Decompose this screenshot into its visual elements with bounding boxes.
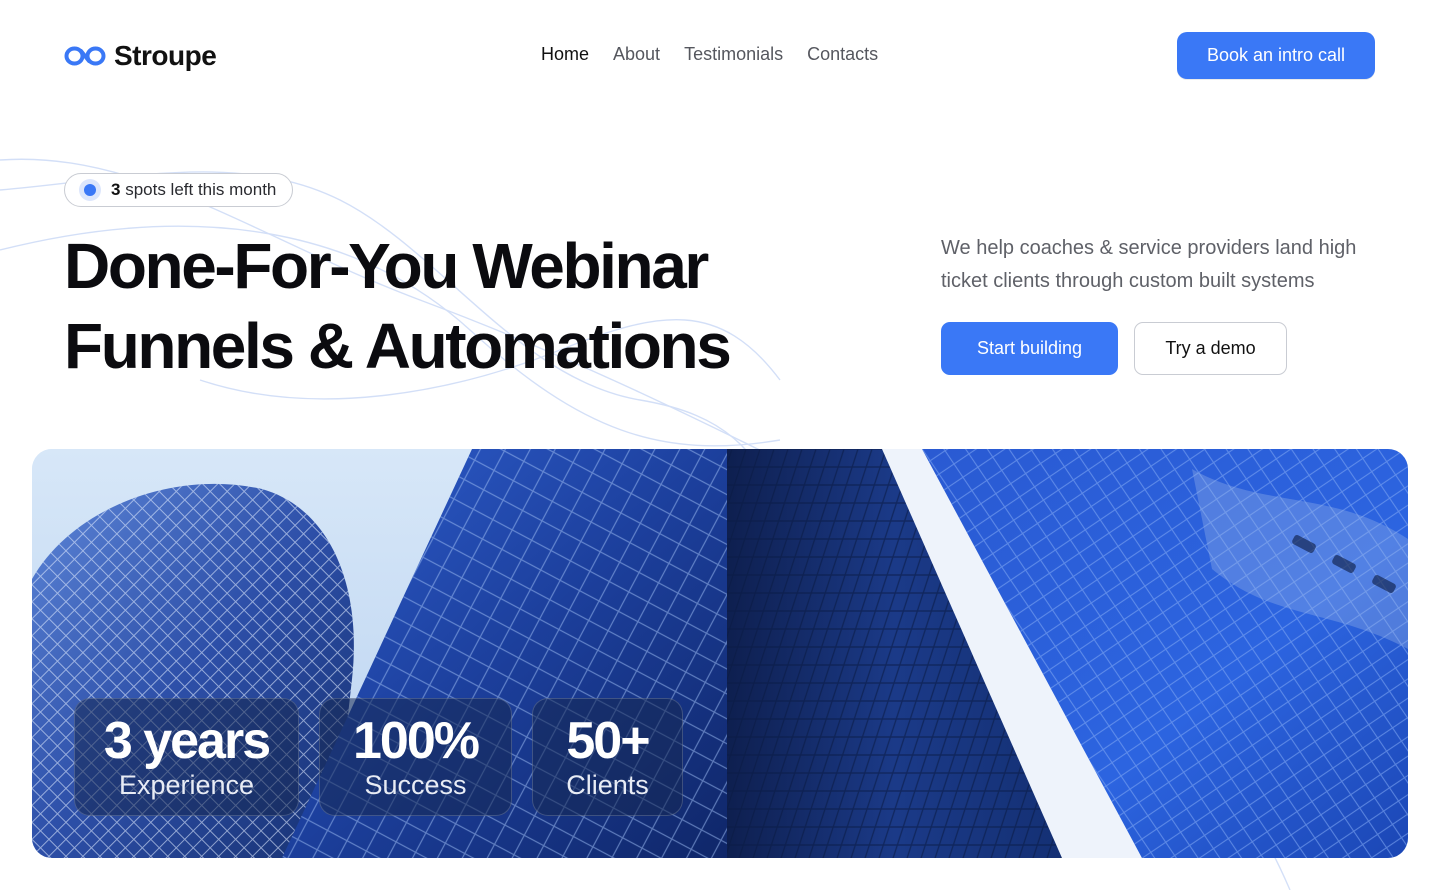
try-demo-button[interactable]: Try a demo: [1134, 322, 1287, 375]
availability-badge: 3 spots left this month: [64, 173, 294, 207]
stat-label: Success: [364, 770, 467, 800]
stat-value: 100%: [353, 712, 480, 770]
stat-value: 3 years: [103, 712, 271, 770]
stat-value: 50+: [566, 712, 650, 770]
nav-link-home[interactable]: Home: [541, 44, 589, 65]
stat-label: Experience: [118, 770, 255, 800]
hero-headline: Done-For-You Webinar Funnels & Automatio…: [64, 226, 764, 386]
availability-text: 3 spots left this month: [111, 180, 276, 200]
stat-card-success: 100% Success: [319, 698, 512, 816]
main-nav: Home About Testimonials Contacts: [541, 44, 878, 65]
nav-link-testimonials[interactable]: Testimonials: [684, 44, 783, 65]
stat-card-clients: 50+ Clients: [532, 698, 683, 816]
stat-label: Clients: [566, 770, 649, 800]
nav-link-about[interactable]: About: [613, 44, 660, 65]
stat-card-experience: 3 years Experience: [74, 698, 299, 816]
brand-logo[interactable]: Stroupe: [64, 40, 217, 72]
headline-line-1: Done-For-You Webinar: [64, 230, 709, 302]
spots-count: 3: [111, 180, 121, 199]
start-building-button[interactable]: Start building: [941, 322, 1118, 375]
brand-name: Stroupe: [114, 40, 217, 71]
spots-label: spots left this month: [125, 180, 277, 199]
headline-line-2: Funnels & Automations: [64, 310, 732, 382]
hero-subtext: We help coaches & service providers land…: [941, 237, 1357, 292]
site-header: Stroupe Home About Testimonials Contacts…: [0, 0, 1440, 112]
status-dot-icon: [79, 179, 101, 201]
infinity-loop-icon: [64, 46, 106, 66]
nav-link-contacts[interactable]: Contacts: [807, 44, 878, 65]
book-intro-call-button[interactable]: Book an intro call: [1177, 32, 1375, 79]
